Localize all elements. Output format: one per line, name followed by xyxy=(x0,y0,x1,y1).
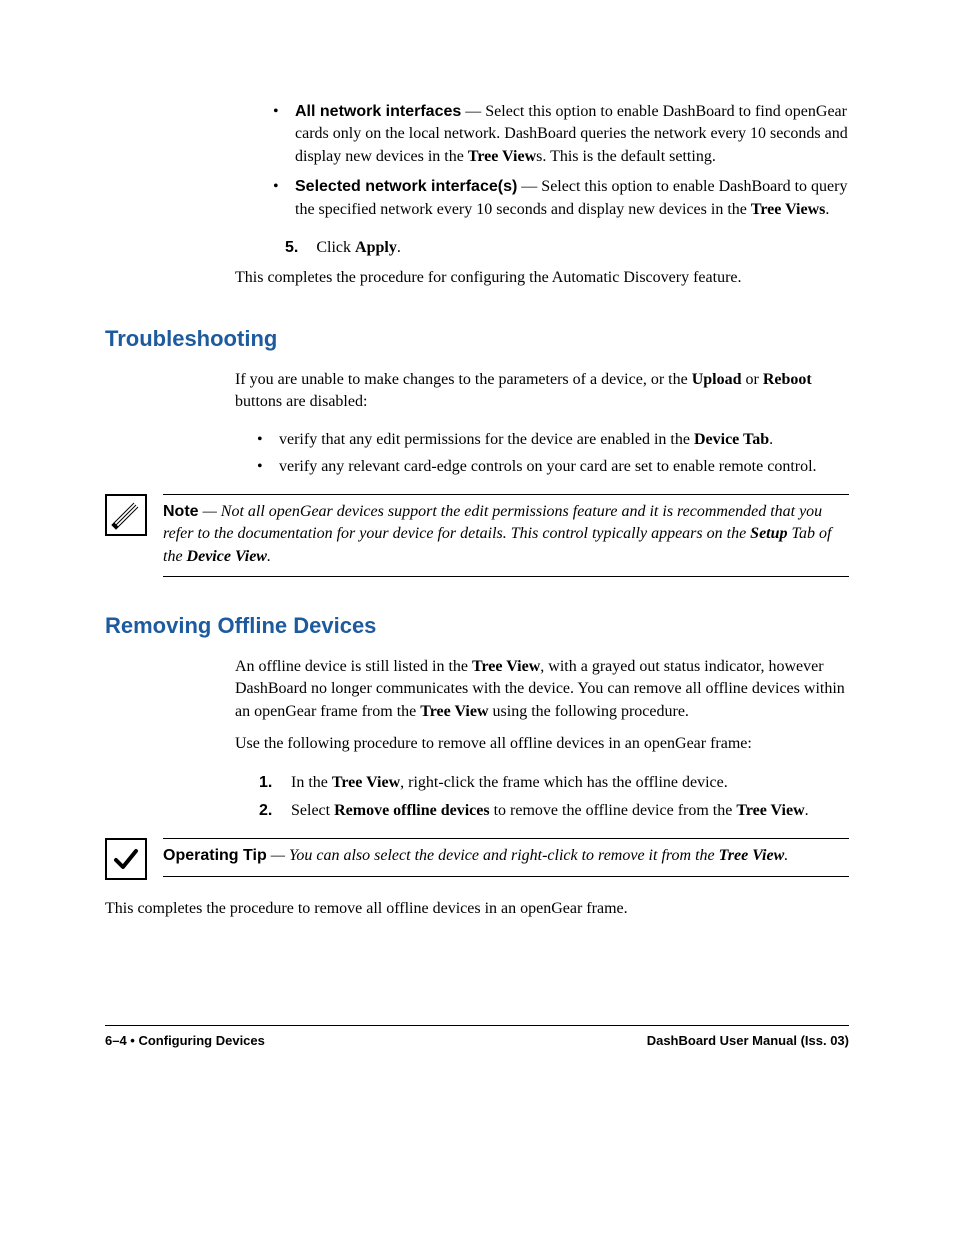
reboot-text: Reboot xyxy=(763,371,812,388)
note-icon xyxy=(105,494,147,536)
option-label: Selected network interface(s) xyxy=(295,178,517,195)
trouble-item-2: verify any relevant card-edge controls o… xyxy=(279,456,849,478)
p1c: using the following procedure. xyxy=(489,703,689,720)
intro-mid: or xyxy=(741,371,762,388)
tip-a: — You can also select the device and rig… xyxy=(267,847,719,864)
s2a: Select xyxy=(291,802,334,819)
device-tab-text: Device Tab xyxy=(694,431,769,448)
tip-body: Operating Tip — You can also select the … xyxy=(163,838,849,876)
troubleshooting-body: If you are unable to make changes to the… xyxy=(235,369,849,479)
completes-paragraph-2: This completes the procedure to remove a… xyxy=(105,898,849,920)
option-list: All network interfaces — Select this opt… xyxy=(295,101,849,221)
tree-view-text: Tree View xyxy=(468,148,536,165)
page-footer: 6–4 • Configuring Devices DashBoard User… xyxy=(105,1025,849,1050)
note-lead: Note xyxy=(163,503,199,520)
pencil-note-icon xyxy=(111,500,141,530)
tree-view-text: Tree View xyxy=(736,802,804,819)
option-tail: s. This is the default setting. xyxy=(536,148,716,165)
tip-c: . xyxy=(784,847,788,864)
s1a: In the xyxy=(291,774,332,791)
s2c: to remove the offline device from the xyxy=(490,802,737,819)
li-pre: verify that any edit permissions for the… xyxy=(279,431,694,448)
tip-icon xyxy=(105,838,147,880)
step-number: 5. xyxy=(285,237,298,259)
tree-view-text: Tree View xyxy=(420,703,488,720)
continued-content: All network interfaces — Select this opt… xyxy=(235,101,849,290)
note-body: Note — Not all openGear devices support … xyxy=(163,494,849,577)
step-text: Click Apply. xyxy=(316,237,400,259)
upload-text: Upload xyxy=(692,371,742,388)
li-post: . xyxy=(769,431,773,448)
footer-left: 6–4 • Configuring Devices xyxy=(105,1032,265,1050)
intro-pre: If you are unable to make changes to the… xyxy=(235,371,692,388)
step-pre: Click xyxy=(316,239,355,256)
s2e: . xyxy=(805,802,809,819)
s1c: , right-click the frame which has the of… xyxy=(400,774,728,791)
footer-right: DashBoard User Manual (Iss. 03) xyxy=(647,1032,849,1050)
trouble-list: verify that any edit permissions for the… xyxy=(279,429,849,478)
option-selected-interfaces: Selected network interface(s) — Select t… xyxy=(295,176,849,221)
removing-body: An offline device is still listed in the… xyxy=(235,656,849,822)
tree-view-text: Tree View xyxy=(719,847,785,864)
note-post: . xyxy=(267,548,271,565)
option-tail: . xyxy=(825,201,829,218)
tree-view-text: Tree View xyxy=(472,658,540,675)
step-2: Select Remove offline devices to remove … xyxy=(259,800,849,822)
step-1: In the Tree View, right-click the frame … xyxy=(259,772,849,794)
apply-text: Apply xyxy=(355,239,397,256)
trouble-intro: If you are unable to make changes to the… xyxy=(235,369,849,414)
trouble-item-1: verify that any edit permissions for the… xyxy=(279,429,849,451)
intro-post: buttons are disabled: xyxy=(235,393,367,410)
tree-views-text: Tree Views xyxy=(751,201,826,218)
heading-removing: Removing Offline Devices xyxy=(105,611,849,642)
setup-text: Setup xyxy=(750,525,787,542)
removing-p2: Use the following procedure to remove al… xyxy=(235,733,849,755)
removing-steps: In the Tree View, right-click the frame … xyxy=(259,772,849,823)
note-text: — Not all openGear devices support the e… xyxy=(163,503,822,542)
p1a: An offline device is still listed in the xyxy=(235,658,472,675)
checkmark-icon xyxy=(112,845,140,873)
tree-view-text: Tree View xyxy=(332,774,400,791)
removing-p1: An offline device is still listed in the… xyxy=(235,656,849,723)
completes-paragraph: This completes the procedure for configu… xyxy=(235,267,849,289)
option-label: All network interfaces xyxy=(295,103,461,120)
tip-callout: Operating Tip — You can also select the … xyxy=(105,838,849,880)
step-5: 5. Click Apply. xyxy=(285,237,849,259)
remove-offline-text: Remove offline devices xyxy=(334,802,490,819)
tip-lead: Operating Tip xyxy=(163,847,267,864)
note-callout: Note — Not all openGear devices support … xyxy=(105,494,849,577)
heading-troubleshooting: Troubleshooting xyxy=(105,324,849,355)
step-post: . xyxy=(397,239,401,256)
page: All network interfaces — Select this opt… xyxy=(0,0,954,1100)
device-view-text: Device View xyxy=(187,548,267,565)
option-all-interfaces: All network interfaces — Select this opt… xyxy=(295,101,849,168)
